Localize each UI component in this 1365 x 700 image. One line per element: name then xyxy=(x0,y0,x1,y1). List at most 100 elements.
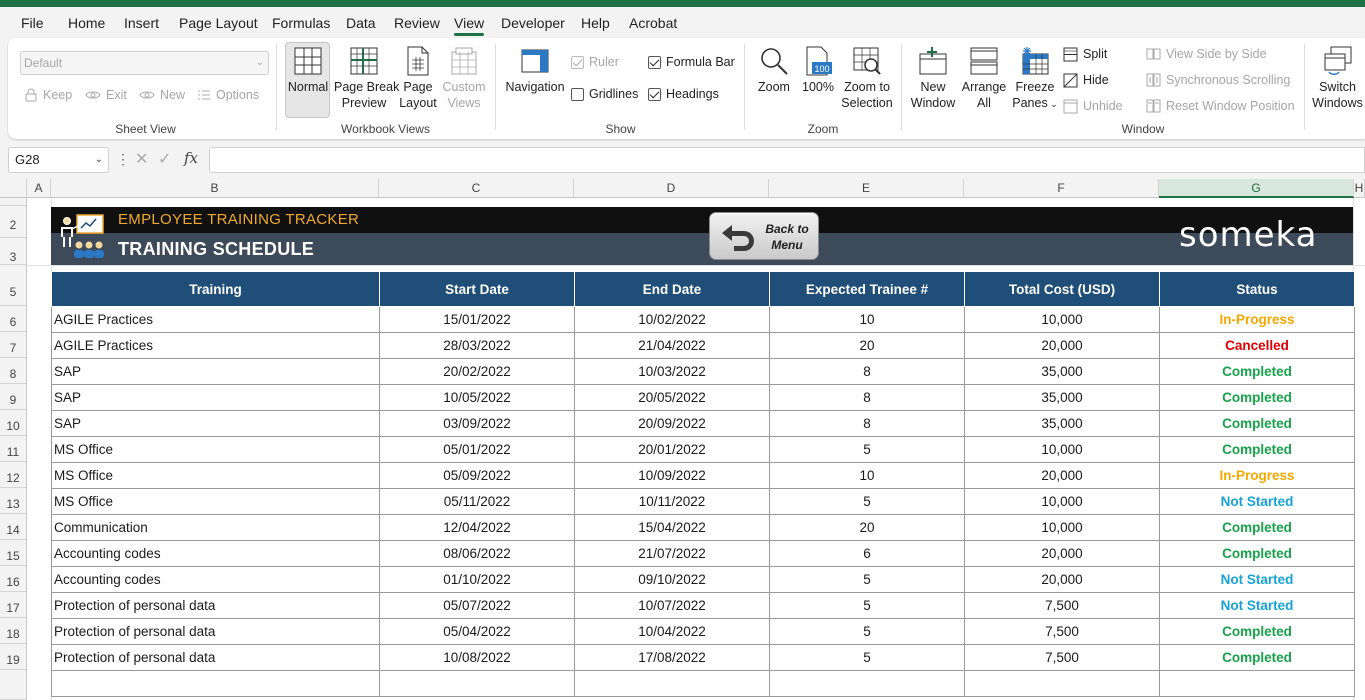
cell-expected-trainee[interactable] xyxy=(769,670,965,697)
row-header-14[interactable]: 14 xyxy=(0,514,27,540)
page-break-preview-button[interactable]: Page Break Preview xyxy=(334,46,399,111)
header-start-date[interactable]: Start Date xyxy=(379,271,575,307)
cell-training[interactable]: MS Office xyxy=(51,488,380,515)
headings-checkbox[interactable]: Headings xyxy=(648,84,719,104)
cell-training[interactable]: Accounting codes xyxy=(51,566,380,593)
unhide-button[interactable]: Unhide xyxy=(1063,96,1123,116)
row-header-10[interactable]: 10 xyxy=(0,410,27,436)
cell-status[interactable]: In-Progress xyxy=(1159,306,1355,333)
cell-end-date[interactable]: 10/03/2022 xyxy=(574,358,770,385)
navigation-button[interactable]: Navigation xyxy=(504,46,566,95)
cell-end-date[interactable]: 20/05/2022 xyxy=(574,384,770,411)
exit-button[interactable]: Exit xyxy=(85,85,127,105)
row-header-6[interactable]: 6 xyxy=(0,306,27,332)
tab-home[interactable]: Home xyxy=(68,7,105,38)
column-header-f[interactable]: F xyxy=(964,179,1159,198)
cell-end-date[interactable]: 21/04/2022 xyxy=(574,332,770,359)
select-all-corner[interactable] xyxy=(0,179,27,198)
reset-window-position-button[interactable]: Reset Window Position xyxy=(1146,96,1295,116)
cell-end-date[interactable]: 21/07/2022 xyxy=(574,540,770,567)
cell-start-date[interactable]: 10/05/2022 xyxy=(379,384,575,411)
cell-end-date[interactable] xyxy=(574,670,770,697)
cell-start-date[interactable] xyxy=(379,670,575,697)
tab-page-layout[interactable]: Page Layout xyxy=(179,7,258,38)
cell-training[interactable]: AGILE Practices xyxy=(51,306,380,333)
tab-file[interactable]: File xyxy=(21,7,44,38)
cell-end-date[interactable]: 10/02/2022 xyxy=(574,306,770,333)
tab-developer[interactable]: Developer xyxy=(501,7,565,38)
zoom-button[interactable]: Zoom xyxy=(754,46,794,95)
cell-training[interactable]: Protection of personal data xyxy=(51,644,380,671)
cell-end-date[interactable]: 10/07/2022 xyxy=(574,592,770,619)
cell-total-cost[interactable]: 10,000 xyxy=(964,488,1160,515)
cell-expected-trainee[interactable]: 5 xyxy=(769,592,965,619)
zoom-to-selection-button[interactable]: Zoom to Selection xyxy=(839,46,895,111)
cell-status[interactable]: Cancelled xyxy=(1159,332,1355,359)
cell-expected-trainee[interactable]: 20 xyxy=(769,332,965,359)
row-header-3[interactable]: 3 xyxy=(0,238,27,265)
column-header-h[interactable]: H xyxy=(1354,179,1365,198)
cell-expected-trainee[interactable]: 5 xyxy=(769,618,965,645)
row-header-13[interactable]: 13 xyxy=(0,488,27,514)
cell-start-date[interactable]: 05/11/2022 xyxy=(379,488,575,515)
row-header-12[interactable]: 12 xyxy=(0,462,27,488)
cell-start-date[interactable]: 03/09/2022 xyxy=(379,410,575,437)
cell-total-cost[interactable]: 20,000 xyxy=(964,566,1160,593)
cell-end-date[interactable]: 09/10/2022 xyxy=(574,566,770,593)
new-view-button[interactable]: New xyxy=(139,85,185,105)
row-header-16[interactable]: 16 xyxy=(0,566,27,592)
cell-expected-trainee[interactable]: 8 xyxy=(769,358,965,385)
cell-end-date[interactable]: 17/08/2022 xyxy=(574,644,770,671)
row-header-19[interactable]: 19 xyxy=(0,644,27,670)
header-training[interactable]: Training xyxy=(51,271,380,307)
zoom-100-button[interactable]: 100 100% xyxy=(798,46,838,95)
cell-end-date[interactable]: 15/04/2022 xyxy=(574,514,770,541)
cell-training[interactable]: AGILE Practices xyxy=(51,332,380,359)
enter-icon[interactable]: ✓ xyxy=(158,149,171,169)
cell-total-cost[interactable]: 7,500 xyxy=(964,592,1160,619)
cell-total-cost[interactable]: 20,000 xyxy=(964,462,1160,489)
switch-windows-button[interactable]: Switch Windows xyxy=(1310,46,1365,111)
tab-data[interactable]: Data xyxy=(346,7,376,38)
cell-expected-trainee[interactable]: 20 xyxy=(769,514,965,541)
cell-expected-trainee[interactable]: 10 xyxy=(769,462,965,489)
cell-end-date[interactable]: 10/11/2022 xyxy=(574,488,770,515)
cell-status[interactable]: In-Progress xyxy=(1159,462,1355,489)
tab-formulas[interactable]: Formulas xyxy=(272,7,330,38)
more-options-icon[interactable]: ⋮ xyxy=(116,151,130,168)
cell-end-date[interactable]: 20/09/2022 xyxy=(574,410,770,437)
cell-status[interactable]: Completed xyxy=(1159,618,1355,645)
cell-expected-trainee[interactable]: 8 xyxy=(769,410,965,437)
cell-start-date[interactable]: 20/02/2022 xyxy=(379,358,575,385)
name-box[interactable]: G28 ⌄ xyxy=(8,147,109,173)
cell-start-date[interactable]: 05/01/2022 xyxy=(379,436,575,463)
options-button[interactable]: Options xyxy=(197,85,259,105)
formula-input[interactable] xyxy=(209,147,1365,173)
cell-expected-trainee[interactable]: 6 xyxy=(769,540,965,567)
cell-training[interactable]: MS Office xyxy=(51,462,380,489)
tab-view[interactable]: View xyxy=(454,7,485,38)
cell-expected-trainee[interactable]: 5 xyxy=(769,488,965,515)
tab-acrobat[interactable]: Acrobat xyxy=(629,7,677,38)
cell-start-date[interactable]: 05/07/2022 xyxy=(379,592,575,619)
back-to-menu-button[interactable]: Back to Menu xyxy=(709,212,819,260)
cell-start-date[interactable]: 15/01/2022 xyxy=(379,306,575,333)
row-header-5[interactable]: 5 xyxy=(0,265,27,306)
row-header-18[interactable]: 18 xyxy=(0,618,27,644)
worksheet-grid[interactable]: A B C D E F G H 2 3 5 6 7 8 9 10 11 12 1… xyxy=(0,179,1365,700)
tab-review[interactable]: Review xyxy=(394,7,440,38)
cell-start-date[interactable]: 08/06/2022 xyxy=(379,540,575,567)
row-header-11[interactable]: 11 xyxy=(0,436,27,462)
cell-status[interactable]: Completed xyxy=(1159,540,1355,567)
custom-views-button[interactable]: Custom Views xyxy=(442,46,486,111)
header-end-date[interactable]: End Date xyxy=(574,271,770,307)
cell-status[interactable]: Completed xyxy=(1159,358,1355,385)
formula-bar-checkbox[interactable]: Formula Bar xyxy=(648,52,735,72)
cell-training[interactable]: Protection of personal data xyxy=(51,618,380,645)
cell-start-date[interactable]: 10/08/2022 xyxy=(379,644,575,671)
column-header-b[interactable]: B xyxy=(51,179,379,198)
cell-status[interactable]: Not Started xyxy=(1159,488,1355,515)
cell-expected-trainee[interactable]: 10 xyxy=(769,306,965,333)
freeze-panes-button[interactable]: Freeze Panes ⌄ xyxy=(1010,46,1060,112)
cell-training[interactable]: Communication xyxy=(51,514,380,541)
